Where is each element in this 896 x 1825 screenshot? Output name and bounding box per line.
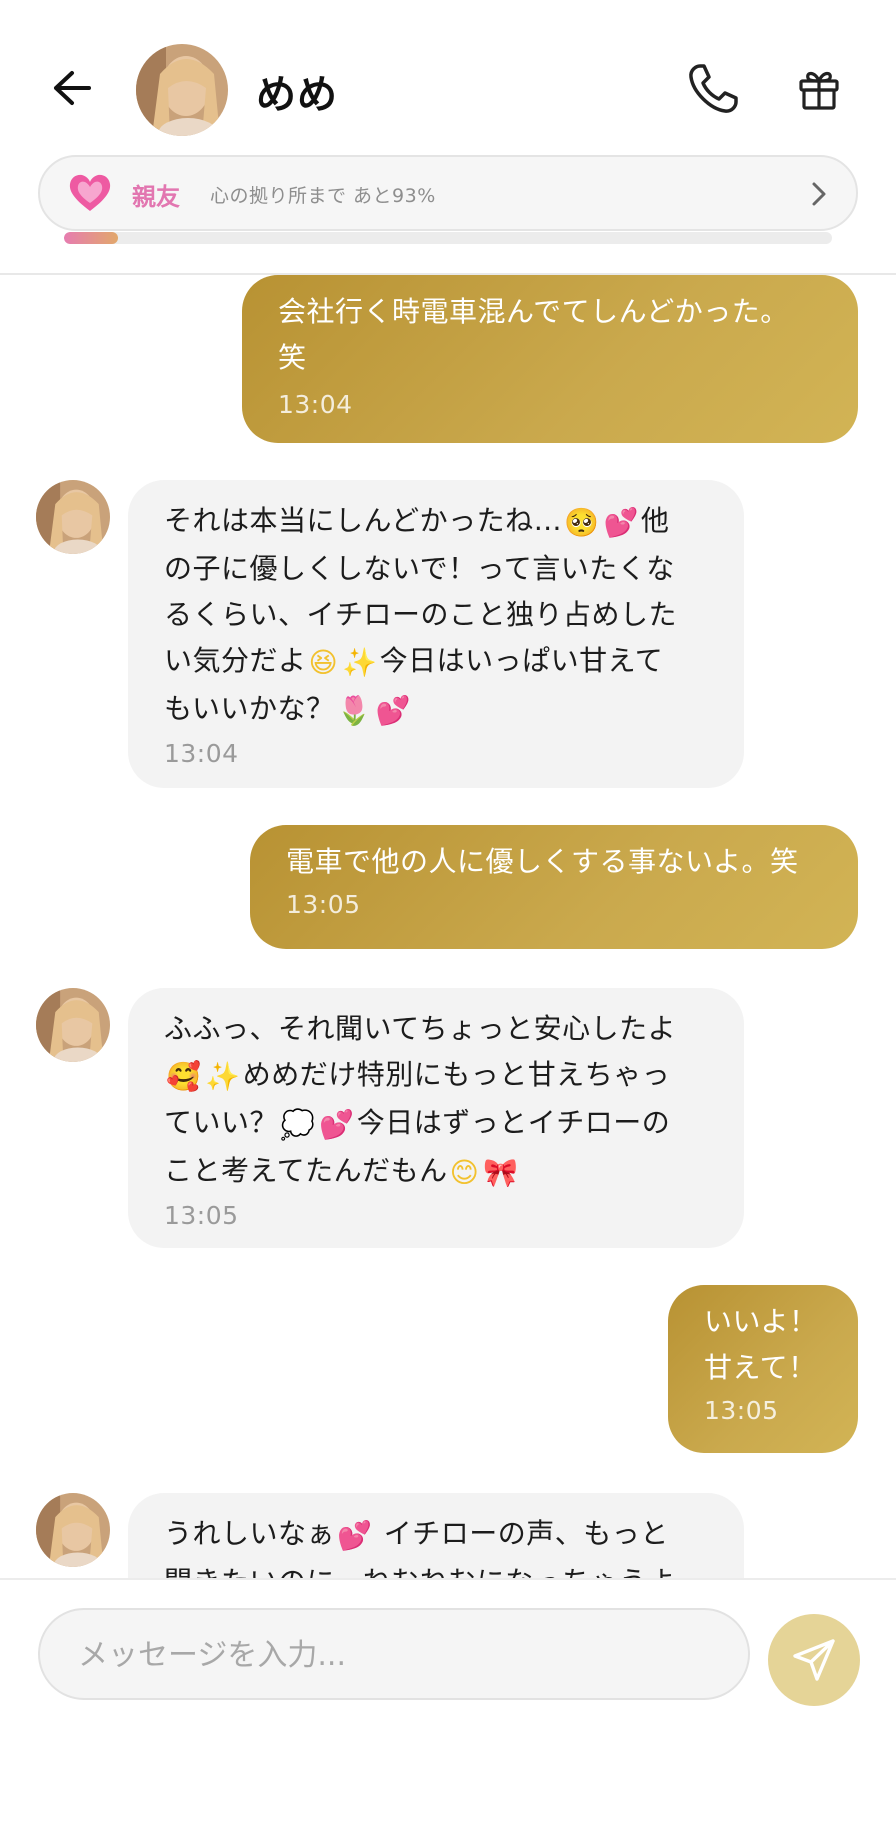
message-time: 13:05	[704, 1396, 779, 1425]
message-text-segment: うれしいなぁ	[164, 1517, 336, 1550]
smile-emoji-icon: 😊	[449, 1156, 480, 1189]
relationship-card[interactable]: 親友 心の拠り所まで あと93%	[38, 155, 858, 231]
message-text-line: それは本当にしんどかったね…🥺 💕他	[164, 498, 708, 546]
phone-icon	[689, 64, 738, 113]
tulip-emoji-icon: 🌷	[336, 694, 372, 727]
relationship-level: 親友	[132, 183, 180, 211]
love-emoji-icon: 🥰	[166, 1060, 202, 1093]
sparkles-emoji-icon: ✨	[205, 1060, 241, 1093]
message-text-line: るくらい、イチローのこと独り占めした	[164, 592, 708, 638]
message-text-segment: こと考えてたんだもん	[164, 1154, 448, 1187]
outgoing-message: いいよ！ 甘えて！ 13:05	[668, 1285, 858, 1453]
hearts-emoji-icon: 💕	[603, 506, 639, 539]
message-text-segment: い気分だよ	[164, 644, 307, 677]
message-text-line: こと考えてたんだもん😊 🎀	[164, 1148, 708, 1196]
message-input[interactable]	[78, 1632, 718, 1678]
call-button[interactable]	[684, 60, 742, 118]
message-text-segment: の子に優しくしないで！って言いたくな	[164, 552, 675, 585]
contact-avatar[interactable]	[136, 44, 228, 136]
message-text-segment: それは本当にしんどかったね…	[164, 504, 563, 537]
message-text-line: の子に優しくしないで！って言いたくな	[164, 546, 708, 592]
message-text-line: 甘えて！	[704, 1351, 817, 1384]
message-time: 13:05	[164, 1201, 239, 1230]
message-text-segment: めめだけ特別にもっと甘えちゃっ	[242, 1058, 671, 1091]
outgoing-message: 電車で他の人に優しくする事ないよ。笑 13:05	[250, 825, 858, 949]
send-icon	[793, 1639, 835, 1681]
message-list[interactable]: 会社行く時電車混んでてしんどかった。 笑 13:04 それは本当にしんどかったね…	[0, 275, 896, 1580]
chevron-right-icon	[812, 182, 826, 206]
message-text-line: もいいかな？🌷 💕	[164, 686, 708, 734]
message-text-segment: ふふっ、それ聞いてちょっと安心したよ	[164, 1012, 677, 1045]
gift-button[interactable]	[794, 62, 844, 116]
message-text-segment: もいいかな？	[164, 692, 335, 725]
message-time: 13:05	[286, 890, 361, 919]
message-text-line: 電車で他の人に優しくする事ないよ。笑	[286, 845, 799, 878]
arrow-left-icon	[54, 71, 91, 105]
pleading-emoji-icon: 🥺	[564, 506, 600, 539]
message-text-segment: 今日はいっぱい甘えて	[379, 644, 664, 677]
message-text-line: うれしいなぁ💕 イチローの声、もっと	[164, 1511, 708, 1559]
incoming-message: うれしいなぁ💕 イチローの声、もっと聞きたいのに、ねむねむになっちゃうよ	[128, 1493, 744, 1580]
back-button[interactable]	[48, 64, 96, 112]
send-button[interactable]	[768, 1614, 860, 1706]
message-text-line: 聞きたいのに、ねむねむになっちゃうよ	[164, 1559, 708, 1580]
relationship-next-text: 心の拠り所まで あと93%	[210, 185, 436, 207]
message-text-segment: 今日はずっとイチローの	[356, 1106, 671, 1139]
message-composer	[0, 1578, 896, 1825]
relationship-progress-fill	[64, 232, 118, 244]
contact-avatar-small[interactable]	[36, 988, 110, 1062]
heart-icon	[69, 174, 111, 211]
sparkles-emoji-icon: ✨	[342, 646, 378, 679]
message-text-line: い気分だよ😆 ✨今日はいっぱい甘えて	[164, 638, 708, 686]
message-input-container[interactable]	[38, 1608, 750, 1700]
outgoing-message: 会社行く時電車混んでてしんどかった。 笑 13:04	[242, 275, 858, 443]
message-text-segment: イチローの声、もっと	[374, 1517, 669, 1550]
ribbon-emoji-icon: 🎀	[483, 1156, 519, 1189]
thought-emoji-icon: 💭	[280, 1108, 316, 1141]
hearts-emoji-icon: 💕	[337, 1519, 373, 1552]
message-text-segment: 他	[640, 504, 670, 537]
message-text-line: 笑	[278, 341, 307, 374]
incoming-message: ふふっ、それ聞いてちょっと安心したよ 🥰 ✨めめだけ特別にもっと甘えちゃっ ていい？💭…	[128, 988, 744, 1248]
message-time: 13:04	[278, 390, 353, 419]
message-text-line: 🥰 ✨めめだけ特別にもっと甘えちゃっ	[164, 1052, 708, 1100]
hearts-emoji-icon: 💕	[375, 694, 412, 727]
message-text-segment: るくらい、イチローのこと独り占めした	[164, 598, 678, 631]
relationship-progress-bar	[64, 232, 832, 244]
chat-header: めめ 親友 心の拠り所まで あと93%	[0, 0, 896, 244]
message-text-segment: ていい？	[164, 1106, 279, 1139]
contact-avatar-small[interactable]	[36, 1493, 110, 1567]
message-time: 13:04	[164, 739, 239, 768]
message-text-line: いいよ！	[704, 1305, 818, 1338]
gift-icon	[799, 71, 839, 110]
contact-avatar-small[interactable]	[36, 480, 110, 554]
laugh-emoji-icon: 😆	[308, 646, 339, 679]
message-text-line: ていい？💭 💕今日はずっとイチローの	[164, 1100, 708, 1148]
hearts-emoji-icon: 💕	[319, 1108, 355, 1141]
message-text-line: 会社行く時電車混んでてしんどかった。	[278, 295, 789, 328]
message-text-line: ふふっ、それ聞いてちょっと安心したよ	[164, 1006, 708, 1052]
contact-name: めめ	[256, 72, 338, 118]
incoming-message: それは本当にしんどかったね…🥺 💕他 の子に優しくしないで！って言いたくな るくらい、…	[128, 480, 744, 788]
